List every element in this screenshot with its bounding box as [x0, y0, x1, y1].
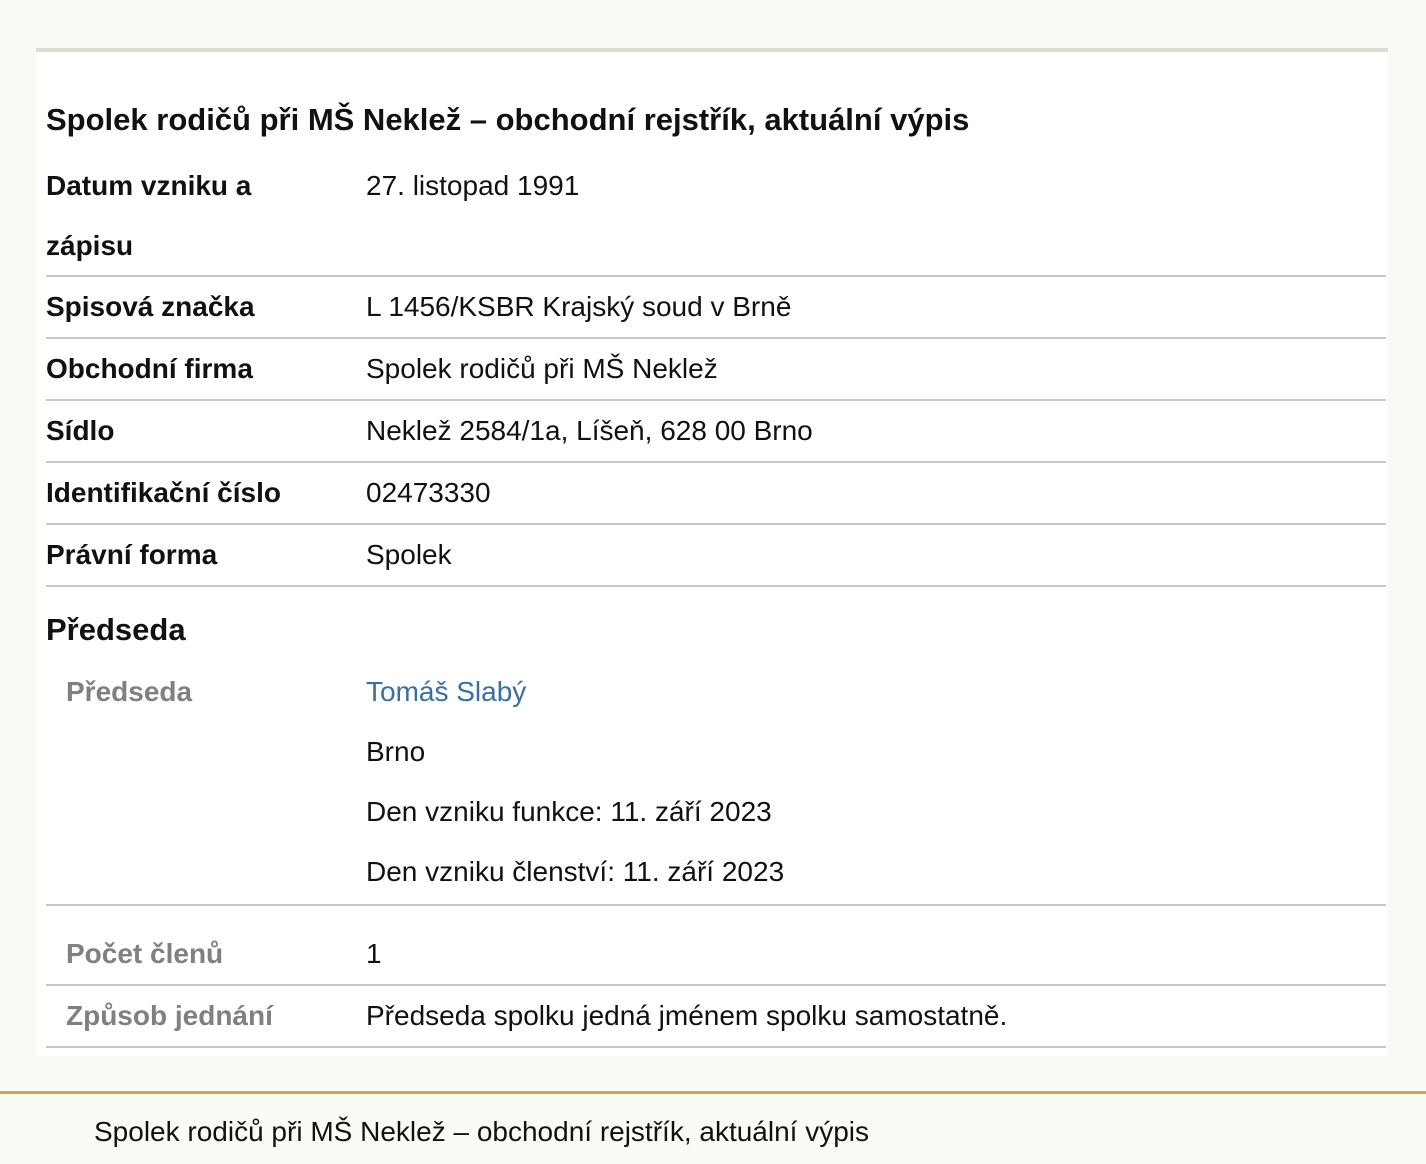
chairman-details: Tomáš Slabý Brno Den vzniku funkce: 11. … [366, 662, 784, 902]
representation-value: Předseda spolku jedná jménem spolku samo… [366, 1000, 1008, 1031]
field-value-date-of-establishment: 27. listopad 1991 [366, 170, 580, 201]
chairman-role-label: Předseda [66, 676, 193, 707]
member-count-label: Počet členů [66, 938, 224, 969]
representation-label: Způsob jednání [66, 1000, 273, 1031]
field-label-date-of-establishment: Datum vzniku a zápisu [46, 170, 252, 261]
footer-bar: Spolek rodičů při MŠ Neklež – obchodní r… [0, 1091, 1426, 1164]
chairman-city: Brno [366, 736, 426, 767]
page-title: Spolek rodičů při MŠ Neklež – obchodní r… [46, 102, 970, 137]
field-row-legal-form: Právní forma Spolek [46, 525, 1386, 587]
field-label-identification-number: Identifikační číslo [46, 477, 281, 508]
field-row-date-of-establishment: Datum vzniku a zápisu 27. listopad 1991 [46, 156, 1386, 277]
representation-row: Způsob jednání Předseda spolku jedná jmé… [46, 986, 1386, 1048]
chairman-function-start: Den vzniku funkce: 11. září 2023 [366, 796, 772, 827]
register-extract-card: Spolek rodičů při MŠ Neklež – obchodní r… [36, 48, 1388, 1056]
section-heading-chairman: Předseda [46, 612, 186, 647]
field-label-business-name: Obchodní firma [46, 353, 253, 384]
field-row-file-number: Spisová značka L 1456/KSBR Krajský soud … [46, 277, 1386, 339]
field-row-registered-office: Sídlo Neklež 2584/1a, Líšeň, 628 00 Brno [46, 401, 1386, 463]
field-label-registered-office: Sídlo [46, 415, 115, 446]
field-label-legal-form: Právní forma [46, 539, 218, 570]
field-row-business-name: Obchodní firma Spolek rodičů při MŠ Nekl… [46, 339, 1386, 401]
field-value-business-name: Spolek rodičů při MŠ Neklež [366, 353, 718, 384]
field-row-identification-number: Identifikační číslo 02473330 [46, 463, 1386, 525]
field-value-identification-number: 02473330 [366, 477, 491, 508]
chairman-row: Předseda Tomáš Slabý Brno Den vzniku fun… [46, 662, 1386, 906]
chairman-membership-start: Den vzniku členství: 11. září 2023 [366, 856, 785, 887]
member-count-value: 1 [366, 938, 382, 969]
field-value-registered-office: Neklež 2584/1a, Líšeň, 628 00 Brno [366, 415, 813, 446]
member-count-row: Počet členů 1 [46, 924, 1386, 986]
chairman-name-link[interactable]: Tomáš Slabý [366, 676, 526, 707]
field-value-legal-form: Spolek [366, 539, 452, 570]
field-label-file-number: Spisová značka [46, 291, 255, 322]
footer-title: Spolek rodičů při MŠ Neklež – obchodní r… [94, 1116, 870, 1147]
field-value-file-number: L 1456/KSBR Krajský soud v Brně [366, 291, 792, 322]
